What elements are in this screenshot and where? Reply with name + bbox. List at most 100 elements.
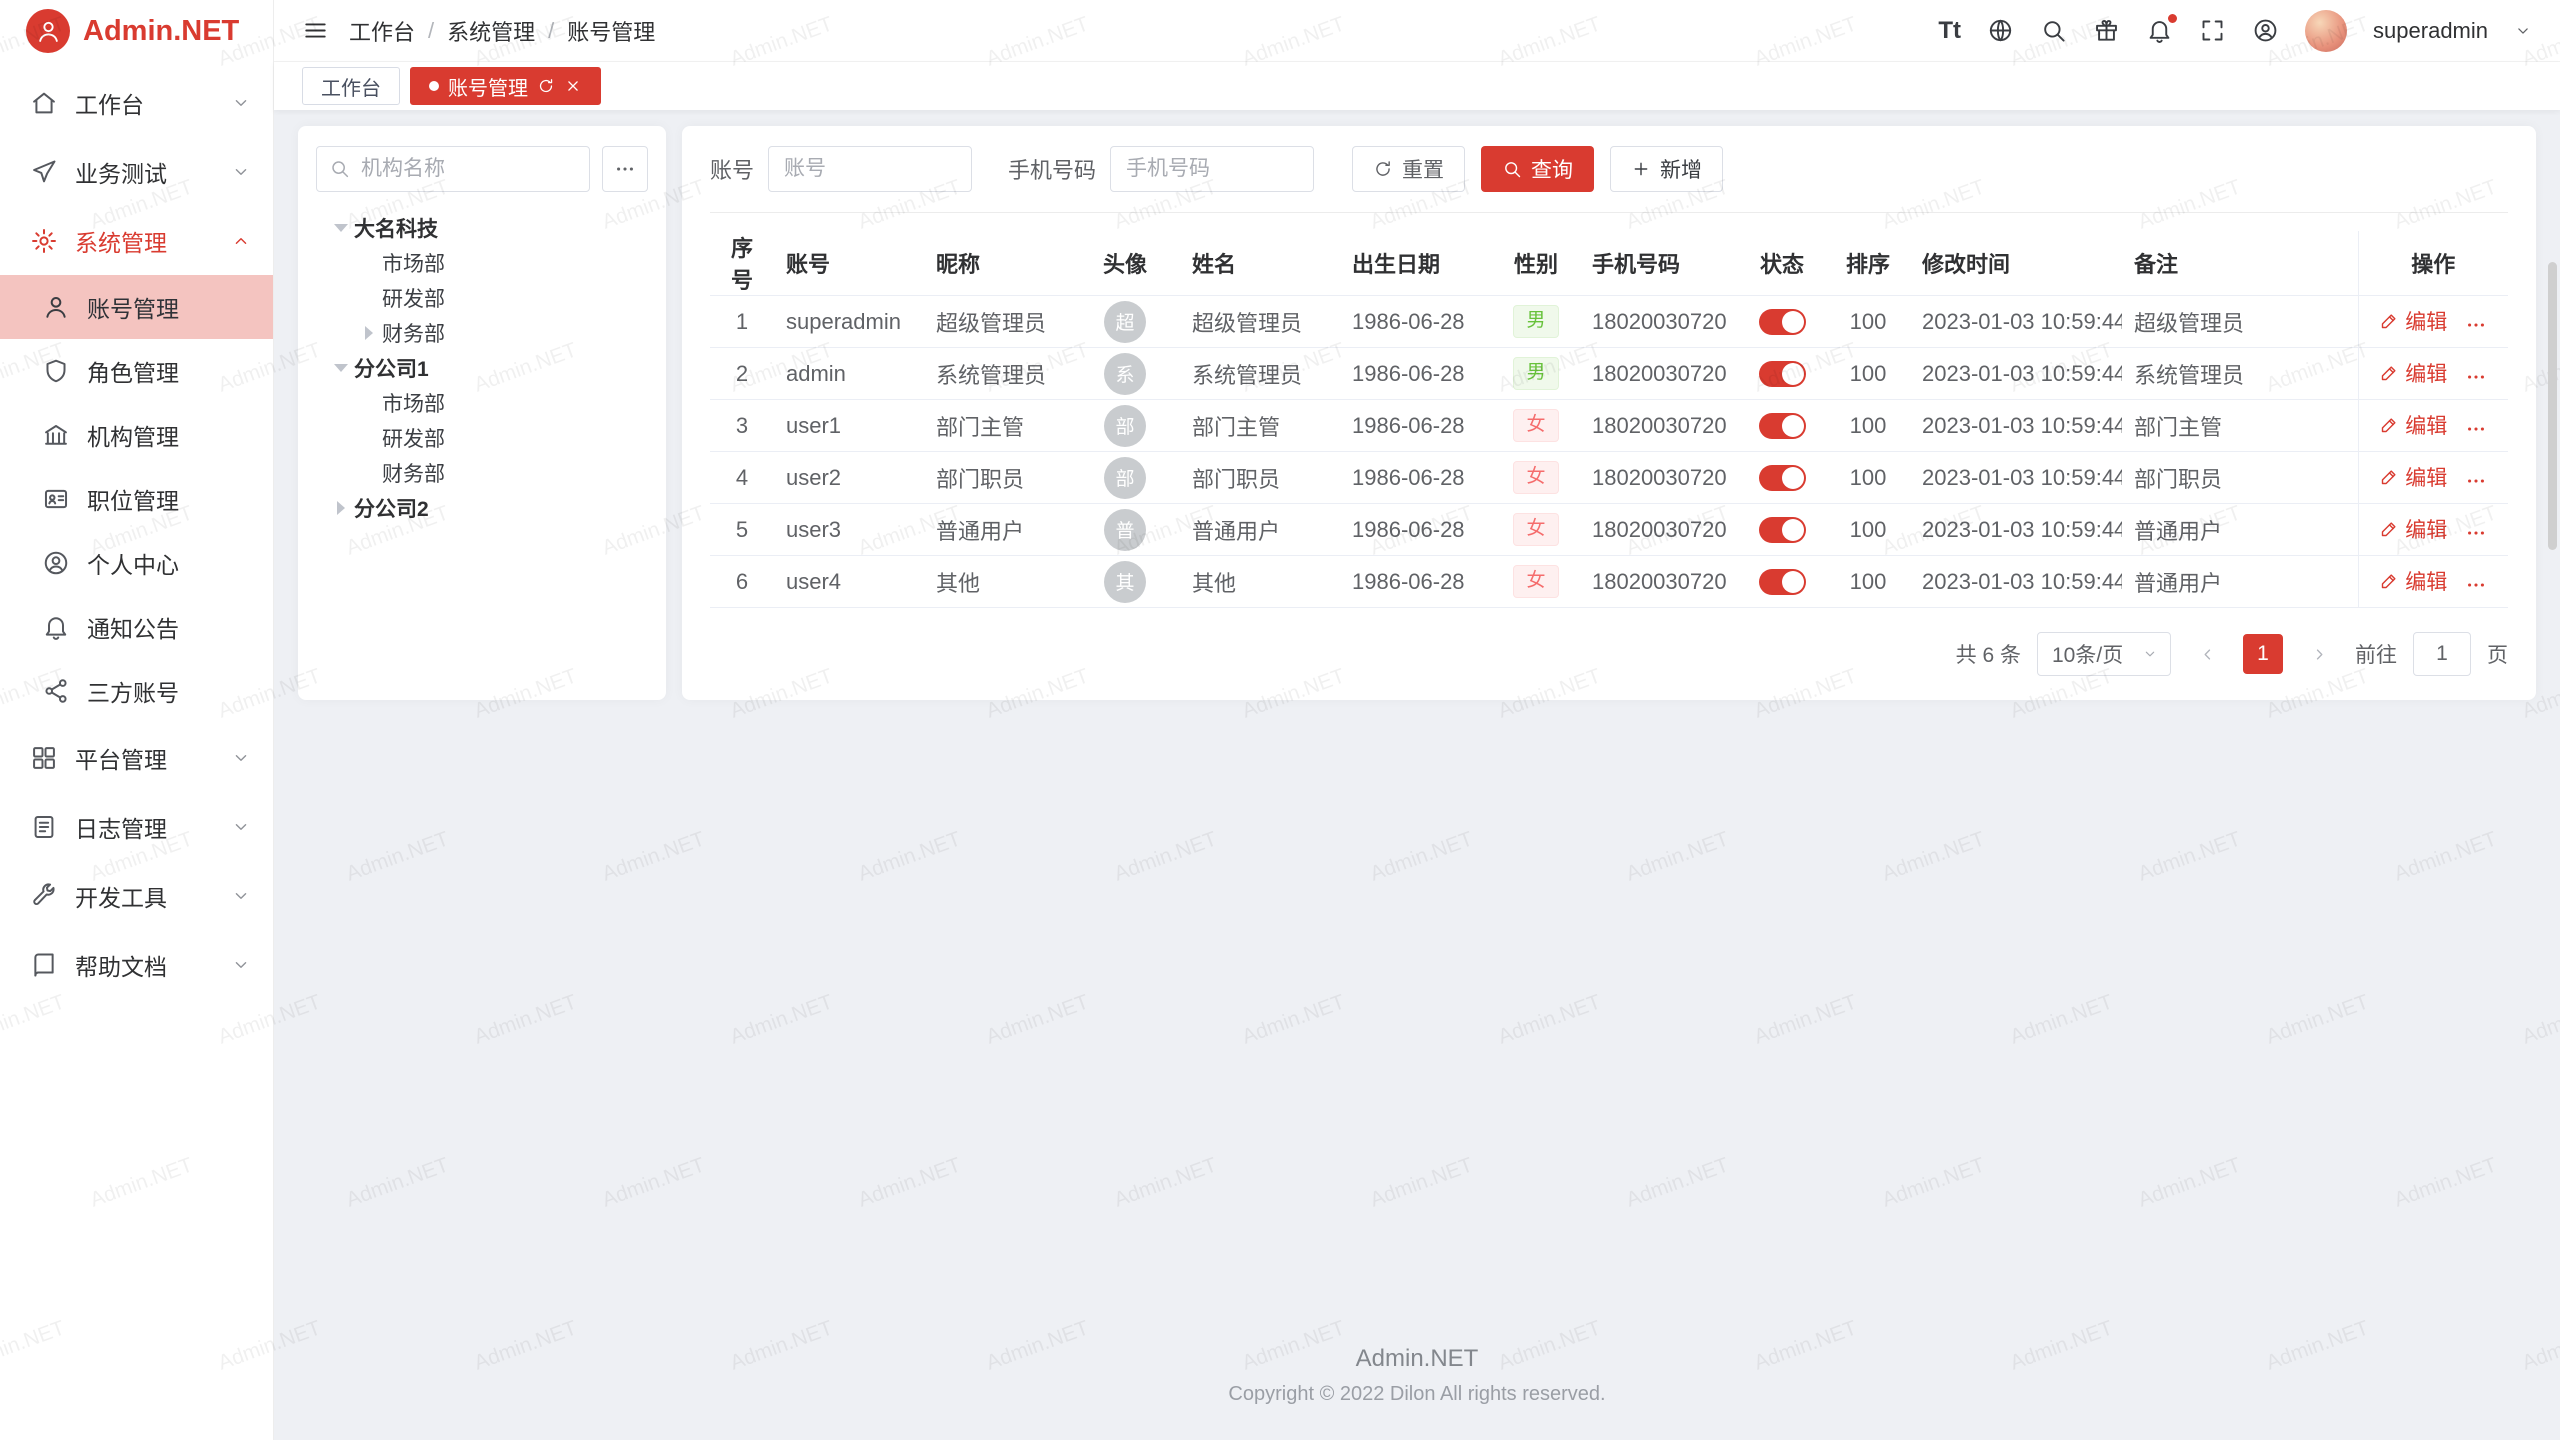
username[interactable]: superadmin [2373, 18, 2488, 44]
tree-node[interactable]: 大名科技 [316, 210, 648, 245]
search-button[interactable]: 查询 [1481, 146, 1594, 192]
goto-suffix: 页 [2487, 639, 2508, 669]
edit-button[interactable]: 编辑 [2379, 462, 2447, 492]
cell-name: 普通用户 [1180, 504, 1340, 556]
person-icon[interactable] [2252, 17, 2279, 44]
gender-badge: 女 [1513, 513, 1558, 546]
account-label: 账号 [710, 153, 754, 185]
user-avatar[interactable] [2305, 10, 2347, 52]
more-actions-button[interactable] [2465, 418, 2487, 440]
caret-right-icon[interactable] [328, 501, 354, 515]
sidebar-item-thirdparty-account[interactable]: 三方账号 [0, 659, 273, 723]
gender-badge: 女 [1513, 409, 1558, 442]
status-toggle[interactable] [1759, 361, 1806, 387]
breadcrumb-item-system[interactable]: 系统管理 [447, 15, 535, 47]
grid-icon [30, 744, 58, 772]
reset-button[interactable]: 重置 [1352, 146, 1465, 192]
edit-icon [2379, 363, 2399, 383]
toggle-knob [1782, 467, 1804, 489]
breadcrumb-item-workbench[interactable]: 工作台 [349, 15, 415, 47]
sidebar-item-log-management[interactable]: 日志管理 [0, 792, 273, 861]
prev-page-button[interactable] [2187, 634, 2227, 674]
tab-account-management[interactable]: 账号管理 [410, 67, 601, 105]
edit-button[interactable]: 编辑 [2379, 514, 2447, 544]
more-actions-button[interactable] [2465, 314, 2487, 336]
tree-node[interactable]: 市场部 [316, 245, 648, 280]
tree-node[interactable]: 市场部 [316, 385, 648, 420]
goto-page-input[interactable] [2413, 632, 2471, 676]
tree-node[interactable]: 分公司2 [316, 490, 648, 525]
sidebar-item-workbench[interactable]: 工作台 [0, 68, 273, 137]
tab-workbench[interactable]: 工作台 [302, 67, 400, 105]
more-actions-button[interactable] [2465, 366, 2487, 388]
status-toggle[interactable] [1759, 569, 1806, 595]
hamburger-icon[interactable] [302, 17, 329, 44]
cell-birthday: 1986-06-28 [1340, 348, 1492, 400]
column-header-gender: 性别 [1492, 231, 1580, 296]
sidebar-item-position-management[interactable]: 职位管理 [0, 467, 273, 531]
close-icon[interactable] [564, 77, 582, 95]
search-icon[interactable] [2040, 17, 2067, 44]
cell-nickname: 部门职员 [924, 452, 1070, 504]
row-avatar: 系 [1104, 353, 1146, 395]
app-logo-icon [26, 9, 70, 53]
page-size-select[interactable]: 10条/页 [2037, 632, 2171, 676]
sidebar-item-dev-tools[interactable]: 开发工具 [0, 861, 273, 930]
column-header-modified: 修改时间 [1910, 231, 2122, 296]
fullscreen-icon[interactable] [2199, 17, 2226, 44]
sidebar-item-system-management[interactable]: 系统管理 [0, 206, 273, 275]
more-options-button[interactable] [602, 146, 648, 192]
edit-button[interactable]: 编辑 [2379, 566, 2447, 596]
toggle-knob [1782, 571, 1804, 593]
org-search-input[interactable] [316, 146, 590, 192]
caret-right-icon[interactable] [356, 326, 382, 340]
gift-icon[interactable] [2093, 17, 2120, 44]
more-actions-button[interactable] [2465, 470, 2487, 492]
sidebar-item-personal-center[interactable]: 个人中心 [0, 531, 273, 595]
sidebar-item-notice[interactable]: 通知公告 [0, 595, 273, 659]
chevron-down-icon[interactable] [2514, 22, 2532, 40]
more-actions-button[interactable] [2465, 522, 2487, 544]
cell-birthday: 1986-06-28 [1340, 556, 1492, 608]
scrollbar-thumb[interactable] [2548, 262, 2557, 550]
caret-down-icon[interactable] [328, 224, 354, 232]
tree-node[interactable]: 财务部 [316, 315, 648, 350]
cell-modified: 2023-01-03 10:59:44 [1910, 452, 2122, 504]
breadcrumb-separator: / [548, 18, 554, 44]
cell-avatar: 超 [1070, 296, 1180, 348]
chevron-down-icon [231, 748, 251, 768]
edit-button[interactable]: 编辑 [2379, 410, 2447, 440]
status-toggle[interactable] [1759, 309, 1806, 335]
globe-icon[interactable] [1987, 17, 2014, 44]
tree-node[interactable]: 财务部 [316, 455, 648, 490]
sidebar-item-org-management[interactable]: 机构管理 [0, 403, 273, 467]
phone-input[interactable] [1110, 146, 1314, 192]
account-input[interactable] [768, 146, 972, 192]
sidebar-item-platform-management[interactable]: 平台管理 [0, 723, 273, 792]
page-number-button[interactable]: 1 [2243, 634, 2283, 674]
edit-button[interactable]: 编辑 [2379, 306, 2447, 336]
status-toggle[interactable] [1759, 465, 1806, 491]
tree-node[interactable]: 研发部 [316, 280, 648, 315]
more-actions-button[interactable] [2465, 574, 2487, 596]
add-button[interactable]: 新增 [1610, 146, 1723, 192]
edit-button[interactable]: 编辑 [2379, 358, 2447, 388]
font-size-icon[interactable]: Tt [1938, 17, 1961, 44]
sidebar-item-business-test[interactable]: 业务测试 [0, 137, 273, 206]
status-toggle[interactable] [1759, 413, 1806, 439]
page-size-label: 10条/页 [2052, 639, 2123, 669]
sidebar-item-help-docs[interactable]: 帮助文档 [0, 930, 273, 999]
sidebar-item-role-management[interactable]: 角色管理 [0, 339, 273, 403]
tree-node-label: 分公司2 [354, 493, 429, 523]
tree-node[interactable]: 研发部 [316, 420, 648, 455]
cell-name: 部门主管 [1180, 400, 1340, 452]
refresh-icon[interactable] [537, 77, 555, 95]
sidebar-item-account-management[interactable]: 账号管理 [0, 275, 273, 339]
sidebar-menu: 工作台业务测试系统管理账号管理角色管理机构管理职位管理个人中心通知公告三方账号平… [0, 62, 273, 1440]
status-toggle[interactable] [1759, 517, 1806, 543]
bell-icon[interactable] [2146, 17, 2173, 44]
next-page-button[interactable] [2299, 634, 2339, 674]
app-logo[interactable]: Admin.NET [0, 0, 273, 62]
tree-node[interactable]: 分公司1 [316, 350, 648, 385]
caret-down-icon[interactable] [328, 364, 354, 372]
